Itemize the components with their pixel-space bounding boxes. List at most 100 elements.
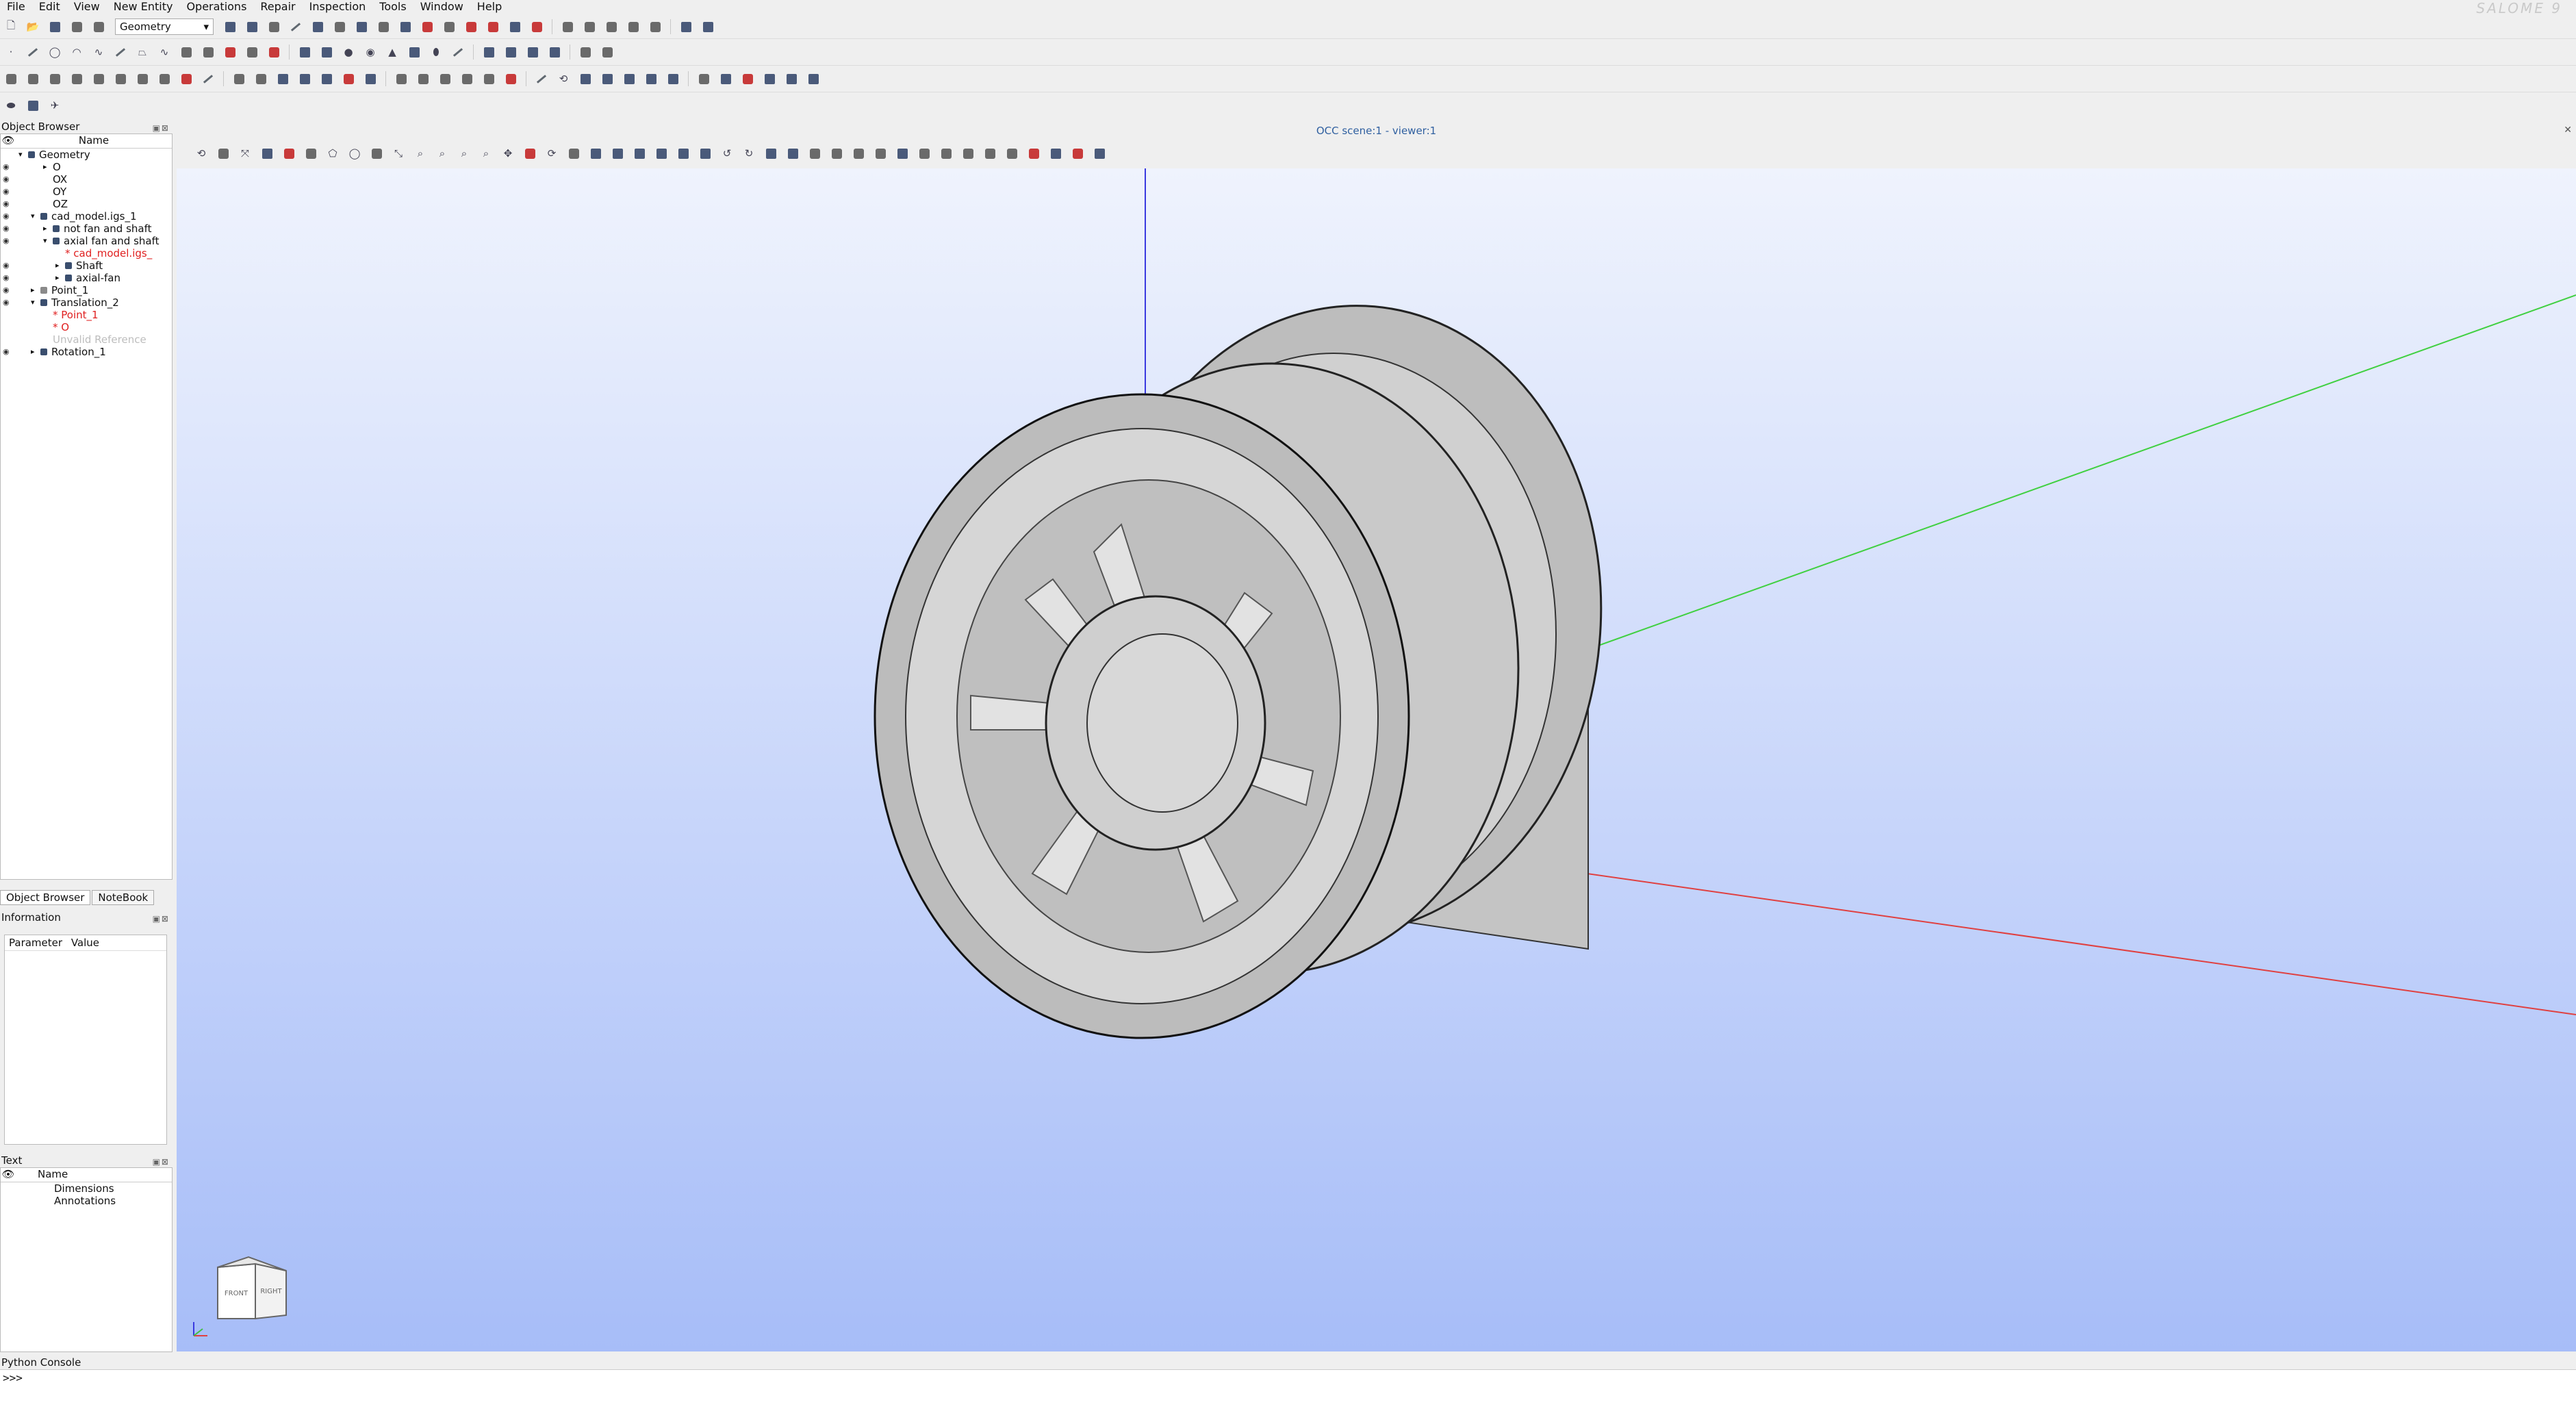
eye-icon[interactable]: ◉ xyxy=(3,235,10,247)
tree-item[interactable]: ▾ Geometry xyxy=(1,149,172,161)
parameter-column-header[interactable]: Parameter xyxy=(9,937,62,949)
limit-tolerance-icon[interactable] xyxy=(459,71,474,86)
expander-icon[interactable]: ▾ xyxy=(31,210,35,223)
open-document-icon[interactable]: 📂 xyxy=(25,19,40,34)
eye-icon[interactable]: ◉ xyxy=(3,161,10,173)
panel-float-close-icon[interactable]: ▣⊠ xyxy=(153,912,170,926)
fit-area-icon[interactable]: ⌕ xyxy=(435,146,450,161)
view-window-icon[interactable] xyxy=(648,19,663,34)
tree-item[interactable]: ◉ ▸ Shaft xyxy=(1,259,172,272)
mesh-module-icon[interactable] xyxy=(266,19,281,34)
geometry-module-icon[interactable] xyxy=(222,19,238,34)
light-icon[interactable] xyxy=(982,146,997,161)
name-column-header[interactable]: Name xyxy=(16,1168,172,1182)
dynamic-preselection-icon[interactable] xyxy=(281,146,296,161)
clipping-icon[interactable] xyxy=(807,146,822,161)
annotation-icon[interactable] xyxy=(266,45,281,60)
point-icon[interactable]: · xyxy=(3,45,18,60)
view-tile-icon[interactable] xyxy=(604,19,619,34)
clone-view-icon[interactable] xyxy=(785,146,800,161)
tab-notebook[interactable]: NoteBook xyxy=(92,890,155,905)
text-item-annotations[interactable]: Annotations xyxy=(1,1195,172,1207)
tree-item[interactable]: * O xyxy=(1,321,172,333)
panel-float-close-icon[interactable]: ▣⊠ xyxy=(153,1155,170,1169)
dump-study-icon[interactable] xyxy=(740,71,755,86)
expander-icon[interactable]: ▸ xyxy=(31,346,35,358)
sewing-icon[interactable] xyxy=(437,71,452,86)
sphere-icon[interactable]: ● xyxy=(341,45,356,60)
menu-edit[interactable]: Edit xyxy=(32,0,67,14)
module-selector[interactable]: Geometry ▾ xyxy=(115,18,214,35)
rectangle-selection-icon[interactable] xyxy=(303,146,318,161)
view-bottom-icon[interactable] xyxy=(654,146,669,161)
menu-tools[interactable]: Tools xyxy=(372,0,413,14)
split-vertical-icon[interactable] xyxy=(700,19,715,34)
jobmanager-icon[interactable] xyxy=(354,19,369,34)
position-icon[interactable] xyxy=(135,71,150,86)
text-tree[interactable]: 👁 Name Dimensions Annotations xyxy=(0,1167,173,1352)
lcs-icon[interactable] xyxy=(201,45,216,60)
stereo-icon[interactable] xyxy=(917,146,932,161)
expander-icon[interactable]: ▾ xyxy=(43,235,47,247)
group-icon[interactable] xyxy=(600,45,615,60)
dump-view-icon[interactable]: ⟲ xyxy=(194,146,209,161)
close-icon[interactable]: ✕ xyxy=(2564,125,2572,136)
panel-float-close-icon[interactable]: ▣⊠ xyxy=(153,121,170,135)
dimension-icon[interactable] xyxy=(244,45,259,60)
maximize-icon[interactable] xyxy=(1070,146,1085,161)
expander-icon[interactable]: ▾ xyxy=(31,296,35,309)
environment-icon[interactable] xyxy=(960,146,975,161)
bounding-box-icon[interactable] xyxy=(600,71,615,86)
record-icon[interactable] xyxy=(529,19,544,34)
view-right-icon[interactable] xyxy=(698,146,713,161)
eye-icon[interactable]: ◉ xyxy=(3,210,10,223)
catalog-icon[interactable] xyxy=(25,98,40,113)
ambient-icon[interactable] xyxy=(873,146,888,161)
zoom-in-icon[interactable]: ⌕ xyxy=(479,146,494,161)
view-split-icon[interactable] xyxy=(582,19,597,34)
anticlockwise-icon[interactable]: ↺ xyxy=(719,146,735,161)
view-cascade-icon[interactable] xyxy=(626,19,641,34)
tree-item[interactable]: ◉ ▾ Translation_2 xyxy=(1,296,172,309)
multi-rotation-icon[interactable] xyxy=(179,71,194,86)
tree-item[interactable]: ◉ OZ xyxy=(1,198,172,210)
eye-icon[interactable]: ◉ xyxy=(3,223,10,235)
close-contour-icon[interactable] xyxy=(416,71,431,86)
eye-icon[interactable]: ◉ xyxy=(3,173,10,186)
openturns-icon[interactable] xyxy=(485,19,500,34)
chamfer-icon[interactable] xyxy=(275,71,290,86)
translation-icon[interactable] xyxy=(3,71,18,86)
view-front-icon[interactable] xyxy=(588,146,603,161)
tree-item[interactable]: ◉ ▾ axial fan and shaft xyxy=(1,235,172,247)
paravis-icon[interactable] xyxy=(310,19,325,34)
selection-mode-icon[interactable] xyxy=(259,146,275,161)
compound-icon[interactable] xyxy=(341,71,356,86)
object-browser-tree[interactable]: 👁 Name ▾ Geometry ◉ ▸ O ◉ OX ◉ OY ◉ OZ ◉ ▾ cad_model.… xyxy=(0,134,173,880)
tree-item[interactable]: ◉ ▸ Rotation_1 xyxy=(1,346,172,358)
check-shape-icon[interactable] xyxy=(481,71,496,86)
rotation-point-icon[interactable] xyxy=(566,146,581,161)
curve-icon[interactable]: ∿ xyxy=(91,45,106,60)
menu-window[interactable]: Window xyxy=(413,0,470,14)
eye-icon[interactable]: ◉ xyxy=(3,346,10,358)
new-document-icon[interactable]: 🗋 xyxy=(3,19,18,34)
section-icon[interactable] xyxy=(547,45,562,60)
shaper-module-icon[interactable] xyxy=(244,19,259,34)
box-icon[interactable] xyxy=(297,45,312,60)
show-trihedron-icon[interactable] xyxy=(369,146,384,161)
explode-icon[interactable] xyxy=(578,45,593,60)
save-document-icon[interactable] xyxy=(47,19,62,34)
disk-icon[interactable] xyxy=(407,45,422,60)
tree-item[interactable]: ◉ OX xyxy=(1,173,172,186)
yacs-icon[interactable] xyxy=(332,19,347,34)
eye-icon[interactable]: ◉ xyxy=(3,186,10,198)
fields-icon[interactable] xyxy=(376,19,391,34)
expander-icon[interactable]: ▸ xyxy=(55,259,60,272)
suppress-faces-icon[interactable] xyxy=(394,71,409,86)
paste-icon[interactable] xyxy=(91,19,106,34)
color-scale-icon[interactable] xyxy=(1026,146,1041,161)
free-boundaries-icon[interactable] xyxy=(503,71,518,86)
plane-icon[interactable] xyxy=(179,45,194,60)
tree-item[interactable]: * Point_1 xyxy=(1,309,172,321)
polygon-selection-icon[interactable]: ⬠ xyxy=(325,146,340,161)
